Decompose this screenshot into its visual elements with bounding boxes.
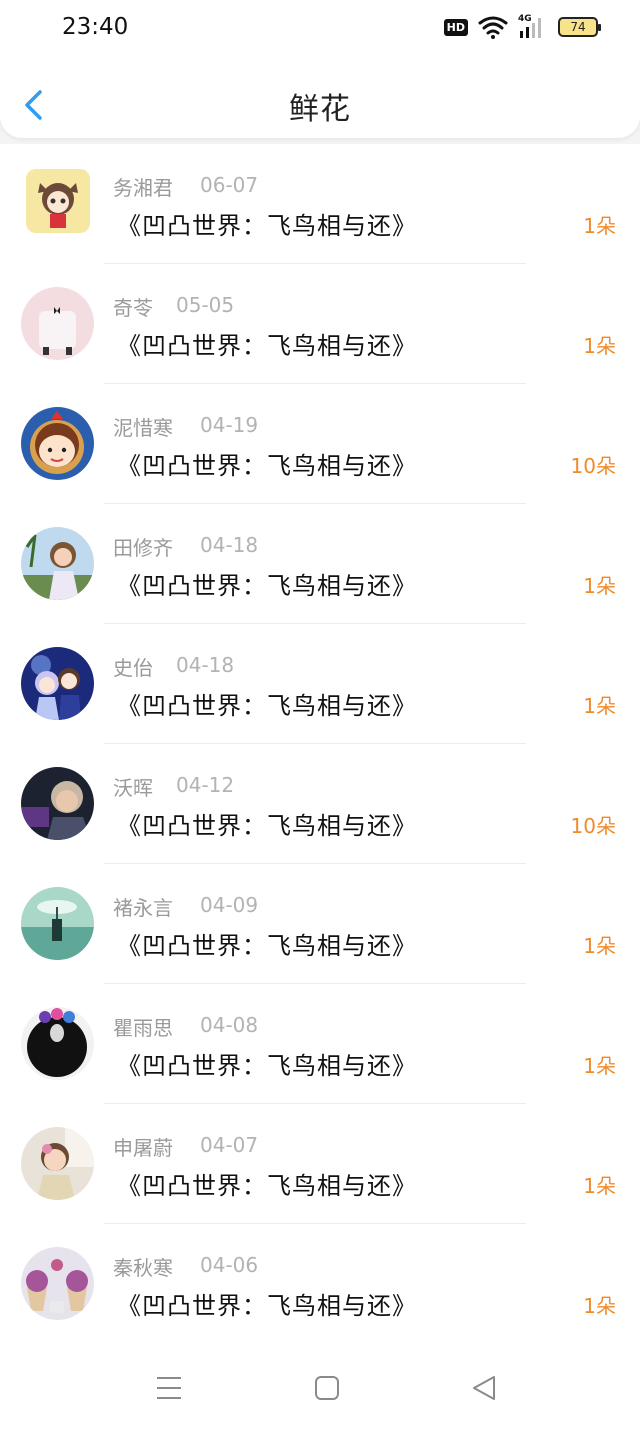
avatar[interactable] — [21, 887, 94, 960]
sender-name: 瞿雨思 — [113, 1016, 173, 1040]
avatar[interactable] — [21, 407, 94, 480]
send-date: 04-06 — [200, 1253, 259, 1277]
home-square-icon — [315, 1376, 339, 1400]
book-title: 《凹凸世界：飞鸟相与还》 — [117, 812, 417, 840]
flower-amount: 1朵 — [583, 1294, 616, 1318]
flower-amount: 1朵 — [583, 574, 616, 598]
list-item[interactable]: 瞿雨思 04-08 《凹凸世界：飞鸟相与还》 1朵 — [0, 984, 640, 1104]
status-time: 23:40 — [62, 14, 129, 40]
back-nav-button[interactable] — [470, 1375, 498, 1405]
book-title: 《凹凸世界：飞鸟相与还》 — [117, 572, 417, 600]
send-date: 04-07 — [200, 1133, 259, 1157]
avatar[interactable] — [21, 527, 94, 600]
send-date: 06-07 — [200, 173, 259, 197]
app-header: 鲜花 — [0, 56, 640, 138]
send-date: 04-18 — [200, 533, 259, 557]
book-title: 《凹凸世界：飞鸟相与还》 — [117, 1052, 417, 1080]
sender-name: 秦秋寒 — [113, 1256, 173, 1280]
flower-amount: 10朵 — [570, 454, 616, 478]
sender-name: 沃晖 — [113, 776, 153, 800]
flower-amount: 1朵 — [583, 1174, 616, 1198]
list-item[interactable]: 申屠蔚 04-07 《凹凸世界：飞鸟相与还》 1朵 — [0, 1104, 640, 1224]
hd-badge: HD — [443, 18, 468, 36]
book-title: 《凹凸世界：飞鸟相与还》 — [117, 932, 417, 960]
flower-amount: 10朵 — [570, 814, 616, 838]
back-triangle-icon — [473, 1376, 495, 1400]
avatar[interactable] — [21, 647, 94, 720]
flower-amount: 1朵 — [583, 214, 616, 238]
avatar[interactable] — [21, 1127, 94, 1200]
status-bar: 23:40 HD 4G 74 — [0, 0, 640, 56]
menu-icon — [157, 1377, 181, 1399]
sender-name: 田修齐 — [113, 536, 173, 560]
list-item[interactable]: 务湘君 06-07 《凹凸世界：飞鸟相与还》 1朵 — [0, 144, 640, 264]
book-title: 《凹凸世界：飞鸟相与还》 — [117, 1172, 417, 1200]
send-date: 05-05 — [176, 293, 235, 317]
list-item[interactable]: 田修齐 04-18 《凹凸世界：飞鸟相与还》 1朵 — [0, 504, 640, 624]
menu-nav-button[interactable] — [155, 1375, 183, 1405]
list-item[interactable]: 泥惜寒 04-19 《凹凸世界：飞鸟相与还》 10朵 — [0, 384, 640, 504]
book-title: 《凹凸世界：飞鸟相与还》 — [117, 212, 417, 240]
sender-name: 史佁 — [113, 656, 153, 680]
avatar[interactable] — [26, 169, 90, 233]
flower-record-list: 务湘君 06-07 《凹凸世界：飞鸟相与还》 1朵 奇苓 05-05 《凹凸世界… — [0, 144, 640, 1342]
flower-amount: 1朵 — [583, 334, 616, 358]
list-item[interactable]: 秦秋寒 04-06 《凹凸世界：飞鸟相与还》 1朵 — [0, 1224, 640, 1344]
system-navigation-bar — [0, 1342, 640, 1433]
avatar[interactable] — [21, 1247, 94, 1320]
page-title: 鲜花 — [289, 92, 351, 127]
book-title: 《凹凸世界：飞鸟相与还》 — [117, 452, 417, 480]
home-nav-button[interactable] — [314, 1375, 340, 1405]
flower-amount: 1朵 — [583, 934, 616, 958]
flower-amount: 1朵 — [583, 1054, 616, 1078]
send-date: 04-12 — [176, 773, 235, 797]
sender-name: 褚永言 — [113, 896, 173, 920]
status-icons: HD 4G 74 — [443, 14, 601, 39]
sender-name: 务湘君 — [113, 176, 173, 200]
avatar[interactable] — [21, 767, 94, 840]
flower-amount: 1朵 — [583, 694, 616, 718]
send-date: 04-19 — [200, 413, 259, 437]
list-item[interactable]: 沃晖 04-12 《凹凸世界：飞鸟相与还》 10朵 — [0, 744, 640, 864]
list-item[interactable]: 褚永言 04-09 《凹凸世界：飞鸟相与还》 1朵 — [0, 864, 640, 984]
list-item[interactable]: 奇苓 05-05 《凹凸世界：飞鸟相与还》 1朵 — [0, 264, 640, 384]
avatar[interactable] — [21, 287, 94, 360]
avatar[interactable] — [21, 1007, 94, 1080]
send-date: 04-09 — [200, 893, 259, 917]
list-item[interactable]: 史佁 04-18 《凹凸世界：飞鸟相与还》 1朵 — [0, 624, 640, 744]
wifi-icon — [478, 16, 508, 39]
book-title: 《凹凸世界：飞鸟相与还》 — [117, 1292, 417, 1320]
send-date: 04-18 — [176, 653, 235, 677]
book-title: 《凹凸世界：飞鸟相与还》 — [117, 332, 417, 360]
send-date: 04-08 — [200, 1013, 259, 1037]
sender-name: 奇苓 — [113, 296, 153, 320]
cellular-signal-icon: 4G — [518, 14, 548, 39]
sender-name: 泥惜寒 — [113, 416, 173, 440]
sender-name: 申屠蔚 — [113, 1136, 173, 1160]
book-title: 《凹凸世界：飞鸟相与还》 — [117, 692, 417, 720]
battery-icon: 74 — [558, 17, 601, 37]
